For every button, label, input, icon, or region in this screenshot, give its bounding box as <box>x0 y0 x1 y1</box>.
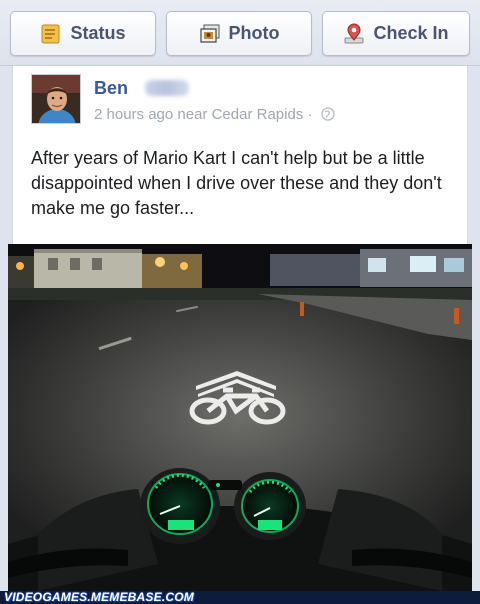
post-text: After years of Mario Kart I can't help b… <box>31 148 442 218</box>
photo-icon <box>199 23 221 45</box>
status-button-label: Status <box>70 23 126 43</box>
globe-icon[interactable] <box>321 107 335 125</box>
post-meta: 2 hours ago near Cedar Rapids · <box>94 106 335 125</box>
photo-button-label: Photo <box>228 23 280 43</box>
check-in-button-label: Check In <box>373 23 449 43</box>
redacted-surname <box>145 80 189 96</box>
check-in-button[interactable]: Check In <box>322 11 470 56</box>
post-card: Ben 2 hours ago near Cedar Rapids · Afte… <box>12 66 468 246</box>
status-note-icon <box>40 23 62 45</box>
post-location[interactable]: near Cedar Rapids <box>177 106 303 123</box>
photo-button[interactable]: Photo <box>166 11 312 56</box>
watermark-text: VIDEOGAMES.MEMEBASE.COM <box>4 590 194 604</box>
composer-toolbar: Status Photo Check In <box>0 0 480 66</box>
author-name[interactable]: Ben <box>94 78 128 99</box>
meta-separator: · <box>307 106 313 123</box>
avatar[interactable] <box>31 74 81 124</box>
status-button[interactable]: Status <box>10 11 156 56</box>
post-time[interactable]: 2 hours ago <box>94 106 173 123</box>
post-photo[interactable] <box>8 244 472 591</box>
location-pin-icon <box>343 23 365 45</box>
